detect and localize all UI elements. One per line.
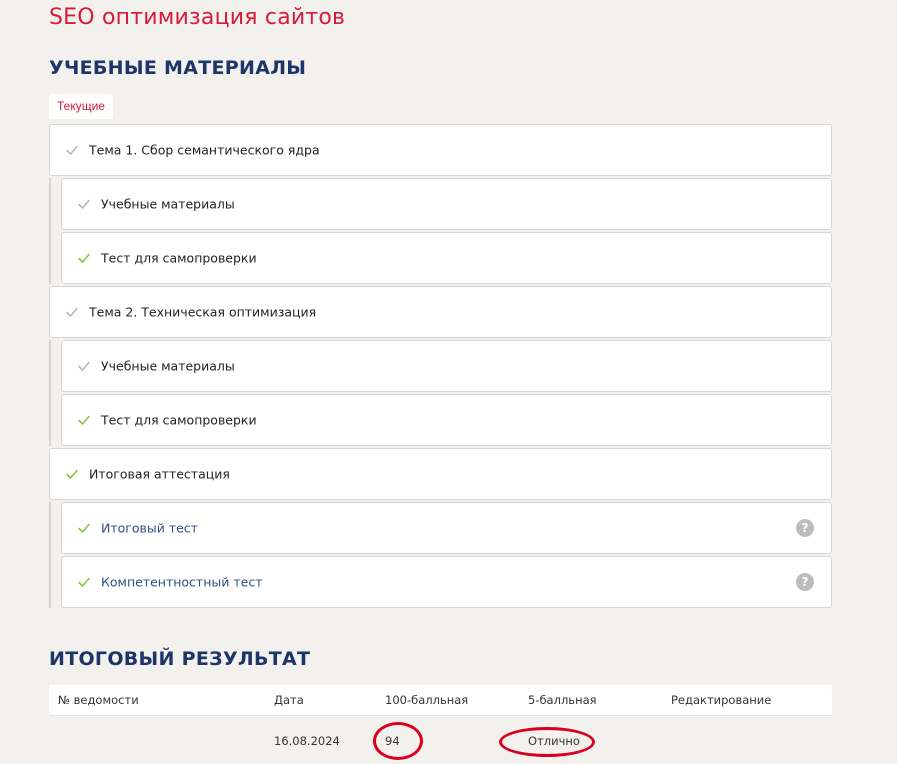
check-icon	[78, 415, 90, 425]
lesson-item[interactable]: Тест для самопроверки	[61, 232, 832, 284]
course-page: SEO оптимизация сайтов УЧЕБНЫЕ МАТЕРИАЛЫ…	[0, 0, 897, 764]
topic-label: Итоговая аттестация	[89, 466, 230, 482]
topic-row[interactable]: Тема 2. Техническая оптимизация	[49, 286, 832, 338]
materials-heading: УЧЕБНЫЕ МАТЕРИАЛЫ	[49, 57, 307, 79]
check-icon	[78, 577, 90, 587]
lesson-item-label: Тест для самопроверки	[101, 250, 257, 266]
lesson-item-label: Компетентностный тест	[101, 574, 263, 590]
check-icon	[78, 253, 90, 263]
results-table-header: № ведомости Дата 100-балльная 5-балльная…	[49, 685, 832, 716]
check-icon	[66, 307, 78, 317]
topic-row[interactable]: Тема 1. Сбор семантического ядра	[49, 124, 832, 176]
results-table: № ведомости Дата 100-балльная 5-балльная…	[49, 685, 832, 764]
lesson-item[interactable]: Компетентностный тест?	[61, 556, 832, 608]
col-date: Дата	[274, 693, 304, 707]
col-score-100: 100-балльная	[385, 693, 469, 707]
col-score-5: 5-балльная	[528, 693, 597, 707]
lesson-item-label: Учебные материалы	[101, 196, 235, 212]
topic-row[interactable]: Итоговая аттестация	[49, 448, 832, 500]
topic-children: Итоговый тест? Компетентностный тест?	[49, 502, 832, 608]
col-edit: Редактирование	[671, 693, 772, 707]
col-statement-number: № ведомости	[58, 693, 139, 707]
course-title: SEO оптимизация сайтов	[49, 5, 346, 30]
topic-children: Учебные материалы Тест для самопроверки	[49, 178, 832, 284]
check-icon	[78, 523, 90, 533]
topic-label: Тема 1. Сбор семантического ядра	[89, 142, 320, 158]
lesson-item-label: Учебные материалы	[101, 358, 235, 374]
topic-label: Тема 2. Техническая оптимизация	[89, 304, 317, 320]
annotation-circle-score-100	[373, 722, 423, 760]
check-icon	[66, 469, 78, 479]
lesson-item-label: Тест для самопроверки	[101, 412, 257, 428]
help-icon[interactable]: ?	[796, 519, 814, 537]
check-icon	[78, 361, 90, 371]
cell-date: 16.08.2024	[274, 734, 340, 748]
lesson-item[interactable]: Учебные материалы	[61, 178, 832, 230]
annotation-circle-score-5	[499, 727, 595, 757]
lesson-item[interactable]: Тест для самопроверки	[61, 394, 832, 446]
lesson-item[interactable]: Учебные материалы	[61, 340, 832, 392]
tab-current[interactable]: Текущие	[49, 94, 113, 119]
table-row: 16.08.2024 94 Отлично	[49, 716, 832, 764]
lesson-item-label: Итоговый тест	[101, 520, 198, 536]
check-icon	[66, 145, 78, 155]
help-icon[interactable]: ?	[796, 573, 814, 591]
check-icon	[78, 199, 90, 209]
topic-children: Учебные материалы Тест для самопроверки	[49, 340, 832, 446]
materials-tree: Тема 1. Сбор семантического ядра Учебные …	[49, 124, 832, 610]
lesson-item[interactable]: Итоговый тест?	[61, 502, 832, 554]
results-heading: ИТОГОВЫЙ РЕЗУЛЬТАТ	[49, 648, 311, 670]
